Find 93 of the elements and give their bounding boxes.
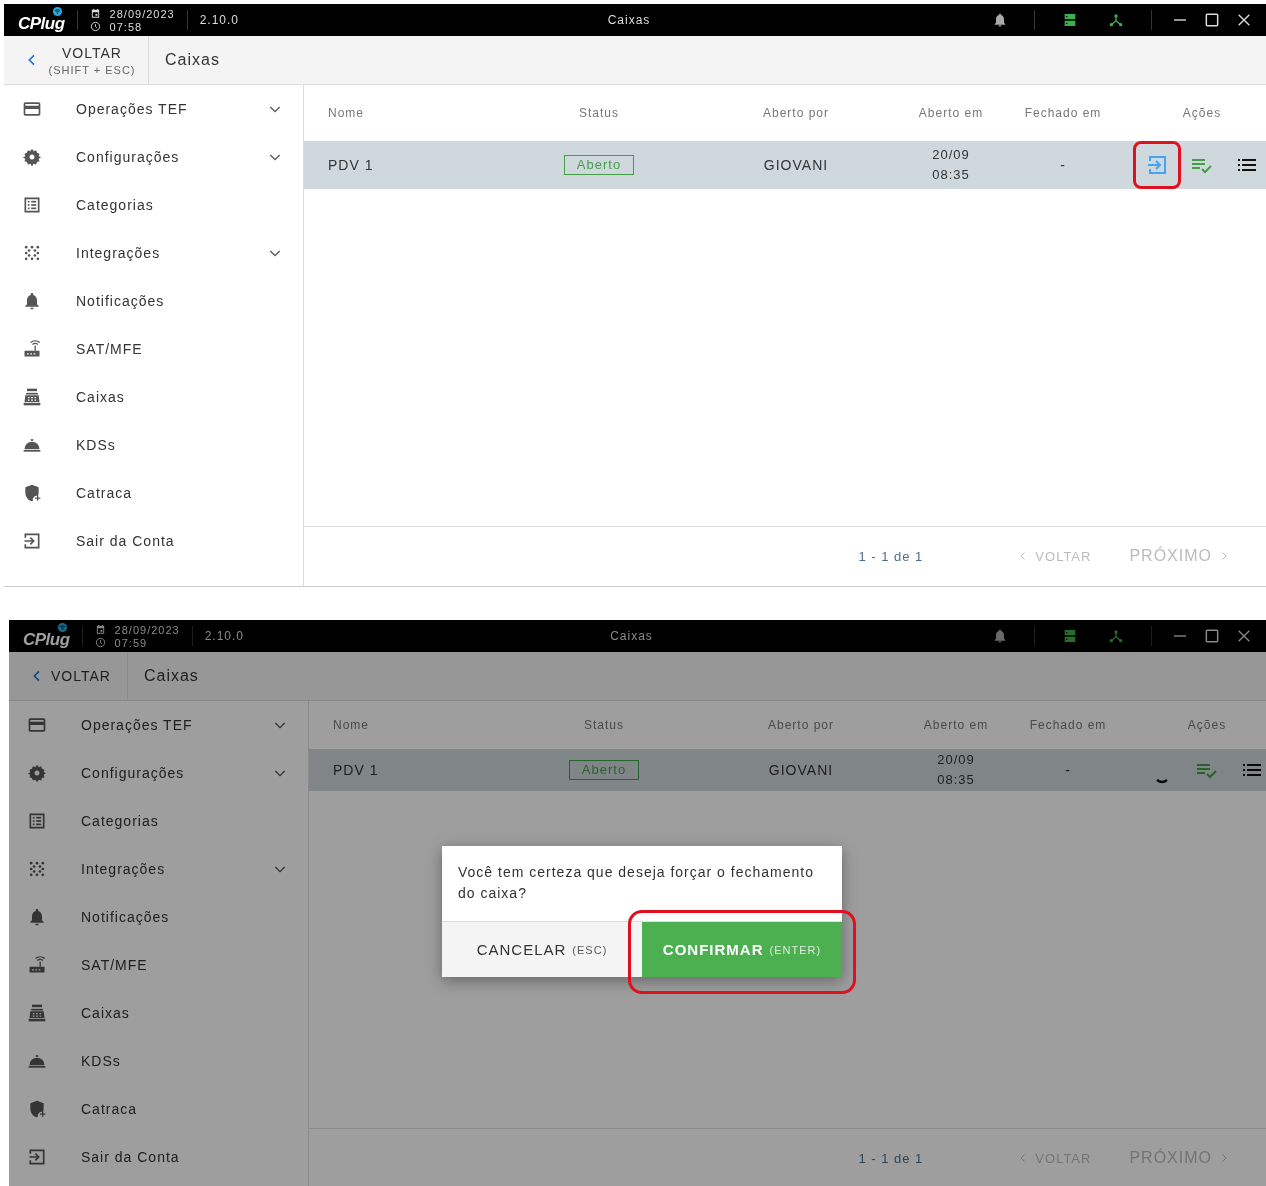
shield-plus-icon bbox=[27, 1099, 47, 1119]
sidebar-item[interactable]: Catraca bbox=[9, 1085, 308, 1133]
dots-icon bbox=[22, 243, 42, 263]
dots-icon bbox=[27, 859, 47, 879]
page-title: Caixas bbox=[142, 667, 199, 685]
column-header: Nome bbox=[327, 106, 365, 120]
table-cell-text: GIOVANI bbox=[767, 762, 835, 779]
sidebar-item[interactable]: Notificações bbox=[9, 893, 308, 941]
column-header: Status bbox=[578, 106, 620, 120]
cancel-button[interactable]: CANCELAR (ESC) bbox=[442, 922, 642, 977]
clock-icon bbox=[94, 637, 106, 648]
network-icon[interactable] bbox=[1108, 12, 1124, 28]
sidebar-item[interactable]: Caixas bbox=[9, 989, 308, 1037]
clock-icon bbox=[89, 21, 101, 32]
credit-card-icon bbox=[22, 99, 42, 119]
calendar-icon bbox=[94, 624, 106, 635]
table-cell-text: PDV 1 bbox=[327, 157, 375, 173]
logo-text: CPlug bbox=[18, 14, 65, 34]
settings-icon bbox=[22, 147, 42, 167]
server-icon[interactable] bbox=[1062, 628, 1078, 644]
status-badge: Aberto bbox=[568, 760, 640, 781]
close-icon[interactable] bbox=[1236, 628, 1252, 644]
column-header: Ações bbox=[1186, 718, 1228, 733]
sidebar-item[interactable]: Operações TEF bbox=[9, 701, 308, 749]
table-cell-text: GIOVANI bbox=[762, 157, 830, 173]
window-title: Caixas bbox=[610, 629, 653, 643]
close-icon[interactable] bbox=[1236, 12, 1252, 28]
sidebar-item[interactable]: Sair da Conta bbox=[9, 1133, 308, 1181]
table-row[interactable]: PDV 1 Aberto GIOVANI 20/09 08:35 - bbox=[304, 141, 1266, 189]
list-icon bbox=[27, 811, 47, 831]
table-row[interactable]: PDV 1 Aberto GIOVANI 20/09 08:35 - bbox=[309, 749, 1266, 791]
sidebar-item[interactable]: Operações TEF bbox=[4, 85, 303, 133]
column-header: Status bbox=[583, 718, 625, 733]
server-icon[interactable] bbox=[1062, 12, 1078, 28]
version-text: 2.10.0 bbox=[199, 13, 240, 27]
back-button[interactable]: VOLTAR (SHIFT + ESC) bbox=[4, 36, 149, 84]
sidebar-item[interactable]: SAT/MFE bbox=[4, 325, 303, 373]
sidebar-item[interactable]: KDSs bbox=[4, 421, 303, 469]
column-header: Aberto em bbox=[917, 106, 985, 120]
sidebar-item[interactable]: Notificações bbox=[4, 277, 303, 325]
table-cell-text: 20/09 08:35 bbox=[931, 146, 971, 184]
page-range: 1 - 1 de 1 bbox=[858, 548, 924, 564]
column-header: Aberto em bbox=[922, 718, 990, 733]
settings-icon bbox=[27, 763, 47, 783]
time-text: 07:59 bbox=[114, 636, 148, 649]
bell-icon bbox=[22, 291, 42, 311]
maximize-icon[interactable] bbox=[1204, 12, 1220, 28]
cash-register-icon bbox=[27, 1003, 47, 1023]
network-icon[interactable] bbox=[1108, 628, 1124, 644]
column-header: Ações bbox=[1181, 106, 1223, 120]
window-title: Caixas bbox=[607, 13, 651, 27]
sidebar-item[interactable]: Sair da Conta bbox=[4, 517, 303, 565]
bell-icon[interactable] bbox=[992, 628, 1008, 644]
sidebar-item[interactable]: KDSs bbox=[9, 1037, 308, 1085]
sidebar-item[interactable]: Caixas bbox=[4, 373, 303, 421]
maximize-icon[interactable] bbox=[1204, 628, 1220, 644]
sidebar-item[interactable]: Catraca bbox=[4, 469, 303, 517]
list-icon bbox=[22, 195, 42, 215]
calendar-icon bbox=[89, 8, 101, 19]
exit-icon bbox=[22, 531, 42, 551]
table-cell-text: - bbox=[1059, 157, 1067, 173]
version-text: 2.10.0 bbox=[204, 629, 245, 643]
sidebar-item[interactable]: Configurações bbox=[9, 749, 308, 797]
exit-icon bbox=[27, 1147, 47, 1167]
bell-icon bbox=[27, 907, 47, 927]
sidebar-item[interactable]: SAT/MFE bbox=[9, 941, 308, 989]
logo-text: CPlug bbox=[23, 630, 70, 650]
sidebar-item[interactable]: Configurações bbox=[4, 133, 303, 181]
date-text: 28/09/2023 bbox=[114, 623, 180, 636]
table-cell-text: PDV 1 bbox=[332, 762, 380, 779]
credit-card-icon bbox=[27, 715, 47, 735]
sidebar-item[interactable]: Categorias bbox=[9, 797, 308, 845]
router-icon bbox=[27, 955, 47, 975]
cash-register-icon bbox=[22, 387, 42, 407]
column-header: Aberto por bbox=[766, 718, 835, 733]
shield-plus-icon bbox=[22, 483, 42, 503]
column-header: Fechado em bbox=[1023, 106, 1103, 120]
table-cell-text: - bbox=[1064, 762, 1072, 779]
sidebar-item[interactable]: Categorias bbox=[4, 181, 303, 229]
sidebar-item[interactable]: Integrações bbox=[9, 845, 308, 893]
time-text: 07:58 bbox=[109, 20, 143, 33]
date-text: 28/09/2023 bbox=[109, 7, 175, 20]
table-cell-text: 20/09 08:35 bbox=[936, 751, 976, 790]
router-icon bbox=[22, 339, 42, 359]
back-button[interactable]: VOLTAR bbox=[9, 652, 128, 700]
page-title: Caixas bbox=[164, 51, 220, 69]
sidebar-item[interactable]: Integrações bbox=[4, 229, 303, 277]
page-range: 1 - 1 de 1 bbox=[858, 1150, 924, 1166]
column-header: Aberto por bbox=[761, 106, 830, 120]
column-header: Nome bbox=[332, 718, 370, 733]
status-badge: Aberto bbox=[563, 155, 635, 175]
bell-icon[interactable] bbox=[992, 12, 1008, 28]
column-header: Fechado em bbox=[1028, 718, 1108, 733]
